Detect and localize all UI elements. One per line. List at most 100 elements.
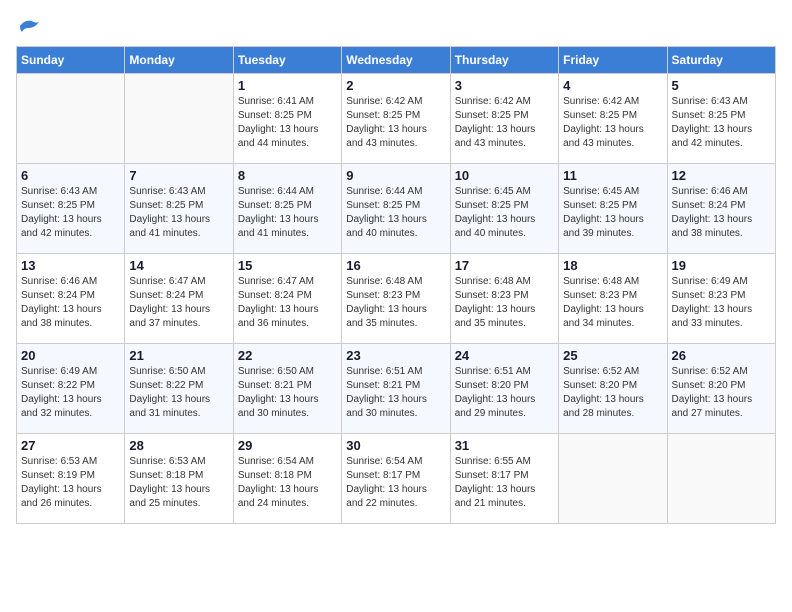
calendar-cell: 28 Sunrise: 6:53 AM Sunset: 8:18 PM Dayli… xyxy=(125,434,233,524)
calendar-cell: 15 Sunrise: 6:47 AM Sunset: 8:24 PM Dayli… xyxy=(233,254,341,344)
day-number: 31 xyxy=(455,438,554,453)
day-number: 21 xyxy=(129,348,228,363)
day-info: Sunrise: 6:48 AM Sunset: 8:23 PM Dayligh… xyxy=(455,275,554,331)
calendar-cell: 19 Sunrise: 6:49 AM Sunset: 8:23 PM Dayli… xyxy=(667,254,775,344)
day-info: Sunrise: 6:52 AM Sunset: 8:20 PM Dayligh… xyxy=(563,365,662,421)
day-number: 8 xyxy=(238,168,337,183)
day-info: Sunrise: 6:45 AM Sunset: 8:25 PM Dayligh… xyxy=(563,185,662,241)
day-info: Sunrise: 6:53 AM Sunset: 8:18 PM Dayligh… xyxy=(129,455,228,511)
day-info: Sunrise: 6:48 AM Sunset: 8:23 PM Dayligh… xyxy=(346,275,445,331)
day-info: Sunrise: 6:43 AM Sunset: 8:25 PM Dayligh… xyxy=(672,95,771,151)
day-info: Sunrise: 6:42 AM Sunset: 8:25 PM Dayligh… xyxy=(455,95,554,151)
day-info: Sunrise: 6:47 AM Sunset: 8:24 PM Dayligh… xyxy=(129,275,228,331)
day-number: 3 xyxy=(455,78,554,93)
page-header xyxy=(16,16,776,36)
weekday-header-saturday: Saturday xyxy=(667,47,775,74)
day-number: 26 xyxy=(672,348,771,363)
calendar-cell: 16 Sunrise: 6:48 AM Sunset: 8:23 PM Dayli… xyxy=(342,254,450,344)
weekday-header-tuesday: Tuesday xyxy=(233,47,341,74)
logo xyxy=(16,16,42,36)
calendar-cell: 31 Sunrise: 6:55 AM Sunset: 8:17 PM Dayli… xyxy=(450,434,558,524)
day-number: 6 xyxy=(21,168,120,183)
day-info: Sunrise: 6:51 AM Sunset: 8:20 PM Dayligh… xyxy=(455,365,554,421)
calendar-cell xyxy=(17,74,125,164)
calendar-cell: 3 Sunrise: 6:42 AM Sunset: 8:25 PM Daylig… xyxy=(450,74,558,164)
day-info: Sunrise: 6:54 AM Sunset: 8:17 PM Dayligh… xyxy=(346,455,445,511)
day-info: Sunrise: 6:52 AM Sunset: 8:20 PM Dayligh… xyxy=(672,365,771,421)
day-info: Sunrise: 6:42 AM Sunset: 8:25 PM Dayligh… xyxy=(563,95,662,151)
day-number: 16 xyxy=(346,258,445,273)
day-info: Sunrise: 6:43 AM Sunset: 8:25 PM Dayligh… xyxy=(21,185,120,241)
day-number: 10 xyxy=(455,168,554,183)
day-info: Sunrise: 6:44 AM Sunset: 8:25 PM Dayligh… xyxy=(346,185,445,241)
day-number: 19 xyxy=(672,258,771,273)
day-info: Sunrise: 6:50 AM Sunset: 8:21 PM Dayligh… xyxy=(238,365,337,421)
calendar-cell: 20Sunrise: 6:49 AM Sunset: 8:22 PM Dayli… xyxy=(17,344,125,434)
calendar-cell: 30 Sunrise: 6:54 AM Sunset: 8:17 PM Dayli… xyxy=(342,434,450,524)
weekday-header-wednesday: Wednesday xyxy=(342,47,450,74)
calendar-cell: 18 Sunrise: 6:48 AM Sunset: 8:23 PM Dayli… xyxy=(559,254,667,344)
calendar-cell: 21 Sunrise: 6:50 AM Sunset: 8:22 PM Dayli… xyxy=(125,344,233,434)
day-number: 5 xyxy=(672,78,771,93)
weekday-header-monday: Monday xyxy=(125,47,233,74)
day-info: Sunrise: 6:45 AM Sunset: 8:25 PM Dayligh… xyxy=(455,185,554,241)
calendar-cell: 2 Sunrise: 6:42 AM Sunset: 8:25 PM Daylig… xyxy=(342,74,450,164)
logo-bird-icon xyxy=(18,16,42,36)
day-info: Sunrise: 6:48 AM Sunset: 8:23 PM Dayligh… xyxy=(563,275,662,331)
calendar-cell: 29 Sunrise: 6:54 AM Sunset: 8:18 PM Dayli… xyxy=(233,434,341,524)
day-number: 24 xyxy=(455,348,554,363)
day-number: 15 xyxy=(238,258,337,273)
calendar-week-row: 6 Sunrise: 6:43 AM Sunset: 8:25 PM Daylig… xyxy=(17,164,776,254)
day-number: 13 xyxy=(21,258,120,273)
calendar-cell: 23 Sunrise: 6:51 AM Sunset: 8:21 PM Dayli… xyxy=(342,344,450,434)
calendar-table: SundayMondayTuesdayWednesdayThursdayFrid… xyxy=(16,46,776,524)
calendar-cell: 17 Sunrise: 6:48 AM Sunset: 8:23 PM Dayli… xyxy=(450,254,558,344)
calendar-week-row: 20Sunrise: 6:49 AM Sunset: 8:22 PM Dayli… xyxy=(17,344,776,434)
calendar-cell: 7Sunrise: 6:43 AM Sunset: 8:25 PM Daylig… xyxy=(125,164,233,254)
calendar-cell: 10 Sunrise: 6:45 AM Sunset: 8:25 PM Dayli… xyxy=(450,164,558,254)
calendar-cell: 22Sunrise: 6:50 AM Sunset: 8:21 PM Dayli… xyxy=(233,344,341,434)
day-number: 30 xyxy=(346,438,445,453)
day-info: Sunrise: 6:51 AM Sunset: 8:21 PM Dayligh… xyxy=(346,365,445,421)
calendar-cell: 5 Sunrise: 6:43 AM Sunset: 8:25 PM Daylig… xyxy=(667,74,775,164)
day-info: Sunrise: 6:49 AM Sunset: 8:23 PM Dayligh… xyxy=(672,275,771,331)
calendar-cell: 24 Sunrise: 6:51 AM Sunset: 8:20 PM Dayli… xyxy=(450,344,558,434)
calendar-cell: 25 Sunrise: 6:52 AM Sunset: 8:20 PM Dayli… xyxy=(559,344,667,434)
calendar-week-row: 27 Sunrise: 6:53 AM Sunset: 8:19 PM Dayli… xyxy=(17,434,776,524)
day-number: 28 xyxy=(129,438,228,453)
weekday-header-thursday: Thursday xyxy=(450,47,558,74)
day-number: 14 xyxy=(129,258,228,273)
day-number: 12 xyxy=(672,168,771,183)
calendar-cell: 8Sunrise: 6:44 AM Sunset: 8:25 PM Daylig… xyxy=(233,164,341,254)
day-info: Sunrise: 6:53 AM Sunset: 8:19 PM Dayligh… xyxy=(21,455,120,511)
day-number: 11 xyxy=(563,168,662,183)
day-info: Sunrise: 6:54 AM Sunset: 8:18 PM Dayligh… xyxy=(238,455,337,511)
day-info: Sunrise: 6:46 AM Sunset: 8:24 PM Dayligh… xyxy=(672,185,771,241)
calendar-week-row: 1 Sunrise: 6:41 AM Sunset: 8:25 PM Daylig… xyxy=(17,74,776,164)
calendar-cell: 1 Sunrise: 6:41 AM Sunset: 8:25 PM Daylig… xyxy=(233,74,341,164)
day-number: 29 xyxy=(238,438,337,453)
calendar-cell xyxy=(559,434,667,524)
calendar-cell xyxy=(667,434,775,524)
day-number: 27 xyxy=(21,438,120,453)
calendar-week-row: 13Sunrise: 6:46 AM Sunset: 8:24 PM Dayli… xyxy=(17,254,776,344)
calendar-cell: 4Sunrise: 6:42 AM Sunset: 8:25 PM Daylig… xyxy=(559,74,667,164)
day-number: 23 xyxy=(346,348,445,363)
day-info: Sunrise: 6:43 AM Sunset: 8:25 PM Dayligh… xyxy=(129,185,228,241)
calendar-cell: 6 Sunrise: 6:43 AM Sunset: 8:25 PM Daylig… xyxy=(17,164,125,254)
day-number: 17 xyxy=(455,258,554,273)
day-info: Sunrise: 6:47 AM Sunset: 8:24 PM Dayligh… xyxy=(238,275,337,331)
day-info: Sunrise: 6:55 AM Sunset: 8:17 PM Dayligh… xyxy=(455,455,554,511)
calendar-cell: 14 Sunrise: 6:47 AM Sunset: 8:24 PM Dayli… xyxy=(125,254,233,344)
day-number: 18 xyxy=(563,258,662,273)
day-number: 2 xyxy=(346,78,445,93)
calendar-cell: 11 Sunrise: 6:45 AM Sunset: 8:25 PM Dayli… xyxy=(559,164,667,254)
weekday-header-sunday: Sunday xyxy=(17,47,125,74)
day-info: Sunrise: 6:50 AM Sunset: 8:22 PM Dayligh… xyxy=(129,365,228,421)
calendar-cell: 26 Sunrise: 6:52 AM Sunset: 8:20 PM Dayli… xyxy=(667,344,775,434)
day-number: 1 xyxy=(238,78,337,93)
day-number: 25 xyxy=(563,348,662,363)
day-info: Sunrise: 6:42 AM Sunset: 8:25 PM Dayligh… xyxy=(346,95,445,151)
calendar-cell: 27 Sunrise: 6:53 AM Sunset: 8:19 PM Dayli… xyxy=(17,434,125,524)
day-info: Sunrise: 6:41 AM Sunset: 8:25 PM Dayligh… xyxy=(238,95,337,151)
